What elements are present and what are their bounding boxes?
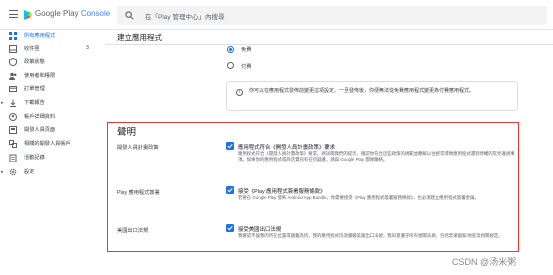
sidebar-item-inbox[interactable]: 收件匣 3	[0, 43, 105, 55]
sidebar-item-label: 政策狀態	[24, 59, 45, 65]
sidebar-item-label: 訂單管理	[24, 86, 45, 92]
sidebar-item-account-details[interactable]: 帳戶詳細資料	[0, 111, 105, 123]
developer-policy-label: 開發人員計畫政策	[117, 145, 159, 151]
google-play-logo-icon	[23, 10, 32, 20]
sidebar-item-activity-log[interactable]: 活動記錄	[0, 152, 105, 164]
page-icon	[9, 126, 17, 134]
developer-policy-heading: 應用程式符合《開發人員計畫政策》要求	[238, 145, 336, 151]
sidebar-item-settings[interactable]: ▸ 設定	[0, 166, 105, 178]
export-laws-description: 我確認不論我的所在位置或國籍為何，我的應用程式均須遵循美國出口法規；我同意遵守所…	[238, 233, 503, 238]
expand-caret-icon[interactable]: ▸	[1, 100, 4, 106]
account-icon	[9, 113, 17, 121]
sidebar-item-label: 相關的開發人員帳戶	[24, 141, 71, 147]
paid-radio-label: 付費	[241, 64, 252, 70]
sidebar-item-developer-page[interactable]: 開發人員頁面	[0, 124, 105, 136]
export-laws-heading: 接受美國出口法規	[238, 227, 282, 233]
sidebar-item-policy-status[interactable]: 政策狀態	[0, 56, 105, 68]
sidebar-item-label: 收件匣	[24, 46, 40, 52]
clipboard-icon	[9, 154, 17, 162]
shield-icon	[9, 58, 17, 66]
inbox-icon	[9, 45, 17, 53]
users-icon	[9, 72, 17, 80]
sidebar-item-label: 使用者和權限	[24, 73, 56, 79]
info-icon: i	[236, 89, 243, 96]
sidebar-item-label: 下載報告	[24, 100, 45, 106]
paid-radio[interactable]	[227, 62, 234, 69]
developer-policy-checkbox[interactable]	[226, 142, 234, 150]
sidebar-item-label: 帳戶詳細資料	[24, 114, 56, 120]
app-signing-description: 若要在 Google Play 發佈 Android App Bundle，你需…	[238, 195, 479, 200]
developer-policy-description: 應用程式符合《開發人員計畫政策》要求。請詳閱我們的提示，確認你符合這些政策的規範…	[238, 151, 515, 163]
header-divider	[105, 44, 553, 45]
sidebar-item-linked-accounts[interactable]: 相關的開發人員帳戶	[0, 138, 105, 150]
info-notice-text: 你可以在應用程式發佈前變更這項設定。一旦發佈後，你便無法從免費應用程式變更為付費…	[249, 88, 475, 94]
grid-icon	[9, 32, 17, 40]
check-icon	[227, 226, 233, 231]
app-signing-checkbox[interactable]	[226, 186, 234, 194]
brand-console: Console	[80, 9, 111, 18]
sidebar-item-order-management[interactable]: 訂單管理	[0, 83, 105, 95]
link-icon	[9, 140, 17, 148]
sidebar-item-download-reports[interactable]: ▸ 下載報告	[0, 97, 105, 109]
sidebar-item-label: 活動記錄	[24, 155, 45, 161]
app-brand[interactable]: Google Play Console	[35, 9, 110, 18]
info-notice: i 你可以在應用程式發佈前變更這項設定。一旦發佈後，你便無法從免費應用程式變更為…	[226, 81, 518, 111]
search-icon	[125, 11, 134, 20]
brand-google-play: Google Play	[35, 9, 79, 18]
sidebar-item-label: 開發人員頁面	[24, 127, 56, 133]
sidebar-item-users-permissions[interactable]: 使用者和權限	[0, 70, 105, 82]
check-icon	[227, 188, 233, 193]
hamburger-menu-icon[interactable]	[9, 10, 18, 18]
sidebar: 所有應用程式 收件匣 3 政策狀態 使用者和權限 訂單管理 ▸ 下載報告 帳戶詳…	[0, 30, 105, 275]
sidebar-item-label: 設定	[24, 169, 35, 175]
app-signing-label: Play 應用程式簽署	[117, 190, 160, 196]
search-input[interactable]: 在「Play 管理中心」內搜尋	[117, 6, 547, 25]
inbox-count-badge: 3	[86, 45, 89, 51]
free-radio-label: 免費	[241, 47, 252, 53]
app-signing-heading: 接受《Play 應用程式簽署服務條款》	[238, 189, 326, 195]
top-bar: Google Play Console 在「Play 管理中心」內搜尋	[0, 0, 553, 30]
sidebar-item-label: 所有應用程式	[24, 33, 56, 39]
export-laws-checkbox[interactable]	[226, 224, 234, 232]
card-icon	[9, 86, 17, 92]
export-laws-label: 美國出口法規	[117, 228, 149, 234]
expand-caret-icon[interactable]: ▸	[1, 169, 4, 175]
check-icon	[227, 144, 233, 149]
sidebar-item-all-apps[interactable]: 所有應用程式	[0, 30, 105, 42]
search-placeholder: 在「Play 管理中心」內搜尋	[145, 14, 225, 21]
watermark: CSDN @汤米粥	[452, 257, 517, 267]
free-radio[interactable]	[227, 46, 234, 53]
gear-icon	[9, 168, 17, 176]
download-icon	[10, 99, 16, 107]
declarations-title: 聲明	[117, 127, 137, 138]
page-title: 建立應用程式	[117, 33, 162, 42]
